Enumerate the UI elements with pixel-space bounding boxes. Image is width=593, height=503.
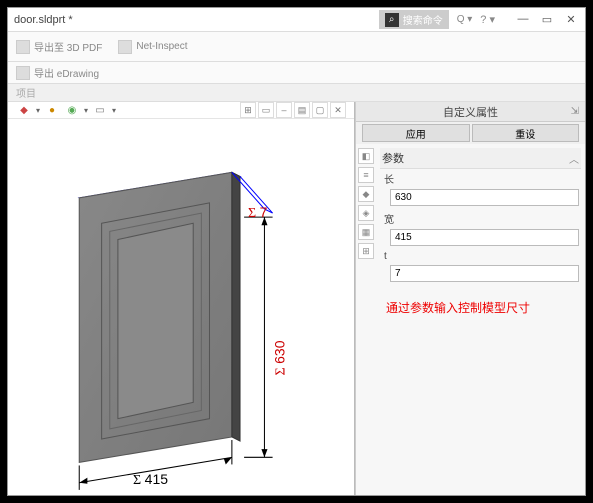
search-placeholder: 搜索命令: [403, 12, 443, 27]
view-toolbar: ◆ ▾ ● ◉ ▾ ▭ ▾ ⊞ ▭ – ▤ ▢ ✕: [8, 102, 354, 119]
dim-width: Σ 415: [133, 471, 168, 489]
apply-button[interactable]: 应用: [362, 124, 470, 142]
panel-icon-5[interactable]: ▦: [358, 224, 374, 240]
panel-title-text: 自定义属性: [443, 104, 498, 120]
ribbon-footer: 项目: [8, 84, 585, 102]
ribbon: 导出至 3D PDF Net-Inspect: [8, 32, 585, 62]
panel-icon-3[interactable]: ◆: [358, 186, 374, 202]
appearance-icon[interactable]: ●: [44, 102, 60, 118]
dropdown-icon[interactable]: ▾: [36, 106, 40, 115]
dropdown-icon-3[interactable]: ▾: [112, 106, 116, 115]
viewport-controls: ⊞ ▭ – ▤ ▢ ✕: [240, 102, 346, 118]
section-header-label: 参数: [382, 150, 404, 166]
panel-icon-6[interactable]: ⊞: [358, 243, 374, 259]
stack-icon[interactable]: ▤: [294, 102, 310, 118]
display-icon[interactable]: ▭: [92, 102, 108, 118]
help-icon[interactable]: ? ▾: [480, 13, 495, 26]
maximize-icon[interactable]: ▭: [539, 13, 555, 26]
main-area: ◆ ▾ ● ◉ ▾ ▭ ▾ ⊞ ▭ – ▤ ▢ ✕: [8, 102, 585, 495]
window-controls: — ▭ ✕: [515, 13, 579, 26]
export-edrawing-button[interactable]: 导出 eDrawing: [16, 65, 99, 80]
reset-button[interactable]: 重设: [472, 124, 580, 142]
search-dropdown-icon[interactable]: Q ▾: [457, 14, 473, 25]
search-box[interactable]: ⌕ 搜索命令: [379, 10, 449, 29]
panel-icon-2[interactable]: ≡: [358, 167, 374, 183]
dim-height: Σ 630: [272, 340, 290, 375]
length-input[interactable]: [390, 189, 579, 206]
titlebar: door.sldprt * ⌕ 搜索命令 Q ▾ ? ▾ — ▭ ✕: [8, 8, 585, 32]
export-edrawing-label: 导出 eDrawing: [34, 65, 99, 80]
edrawing-icon: [16, 66, 30, 80]
ribbon-row2: 导出 eDrawing: [8, 62, 585, 84]
model-canvas[interactable]: Σ 7 Σ 630 Σ 415: [8, 119, 354, 495]
close-icon[interactable]: ✕: [563, 13, 579, 26]
close-view-icon[interactable]: –: [276, 102, 292, 118]
model-svg: [8, 119, 354, 495]
net-inspect-label: Net-Inspect: [136, 41, 187, 52]
panel-icon-1[interactable]: ◧: [358, 148, 374, 164]
tile-icon[interactable]: ⊞: [240, 102, 256, 118]
t-label: t: [380, 249, 581, 262]
app-window: door.sldprt * ⌕ 搜索命令 Q ▾ ? ▾ — ▭ ✕ 导出至 3…: [7, 7, 586, 496]
dim-thickness: Σ 7: [248, 204, 267, 222]
panel-icon-column: ◧ ≡ ◆ ◈ ▦ ⊞: [358, 148, 376, 491]
t-input[interactable]: [390, 265, 579, 282]
doc-title: door.sldprt *: [14, 14, 73, 26]
panel-button-row: 应用 重设: [356, 122, 585, 144]
pdf-icon: [16, 40, 30, 54]
scene-icon[interactable]: ◉: [64, 102, 80, 118]
pushpin-icon[interactable]: ⇲: [571, 106, 579, 117]
dropdown-icon-2[interactable]: ▾: [84, 106, 88, 115]
search-icon: ⌕: [385, 13, 399, 27]
net-inspect-button[interactable]: Net-Inspect: [118, 40, 187, 54]
export-3dpdf-button[interactable]: 导出至 3D PDF: [16, 39, 102, 54]
width-input[interactable]: [390, 229, 579, 246]
panel-icon-4[interactable]: ◈: [358, 205, 374, 221]
annotation-text: 通过参数输入控制模型尺寸: [380, 295, 581, 320]
assembly-icon[interactable]: ◆: [16, 102, 32, 118]
project-label: 项目: [16, 89, 36, 100]
viewport: ◆ ▾ ● ◉ ▾ ▭ ▾ ⊞ ▭ – ▤ ▢ ✕: [8, 102, 355, 495]
panel-title-bar: 自定义属性 ⇲: [356, 102, 585, 122]
properties-panel: 自定义属性 ⇲ 应用 重设 ◧ ≡ ◆ ◈ ▦ ⊞ 参数: [355, 102, 585, 495]
expand-icon[interactable]: ▭: [258, 102, 274, 118]
section-header[interactable]: 参数 ︿: [380, 148, 581, 169]
chevron-up-icon: ︿: [569, 151, 579, 166]
length-label: 长: [380, 169, 581, 186]
x-icon[interactable]: ✕: [330, 102, 346, 118]
minimize-icon[interactable]: —: [515, 13, 531, 26]
max-icon[interactable]: ▢: [312, 102, 328, 118]
panel-body: ◧ ≡ ◆ ◈ ▦ ⊞ 参数 ︿ 长 宽 t: [356, 144, 585, 495]
inspect-icon: [118, 40, 132, 54]
export-3dpdf-label: 导出至 3D PDF: [34, 39, 102, 54]
width-label: 宽: [380, 209, 581, 226]
panel-fields: 参数 ︿ 长 宽 t 通过参数输入控制模型尺寸: [380, 148, 581, 491]
